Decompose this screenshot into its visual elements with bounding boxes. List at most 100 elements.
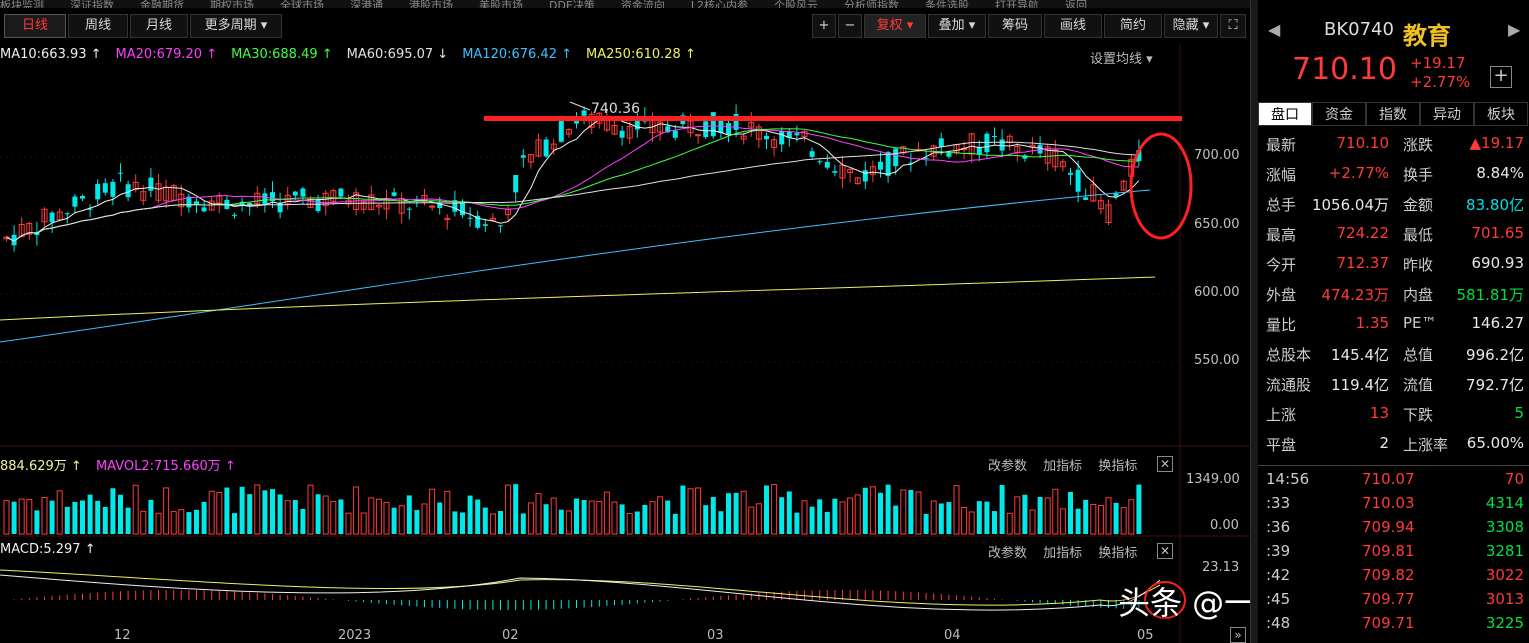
price-axis-700: 700.00 — [1194, 148, 1240, 163]
quote-value: 712.37 — [1336, 254, 1390, 272]
next-stock-icon[interactable]: ▶ — [1508, 20, 1520, 39]
quote-value: 724.22 — [1336, 224, 1390, 242]
volume-bar — [710, 497, 716, 534]
set-ma-button[interactable]: 设置均线 ▾ — [1090, 48, 1153, 67]
tick-price: 709.77 — [1362, 590, 1415, 608]
volume-bar — [649, 501, 656, 535]
volume-bar — [1006, 512, 1013, 535]
simple-mode-button[interactable]: 简约 — [1104, 14, 1162, 38]
tick-price: 709.81 — [1362, 542, 1415, 560]
quote-key: 上涨 — [1266, 406, 1297, 424]
volume-bar — [95, 500, 101, 534]
tick-price: 709.94 — [1362, 518, 1415, 536]
panel-divider[interactable] — [1250, 0, 1258, 643]
tick-row: :36 709.94 3308 — [1266, 518, 1524, 542]
volume-bar — [703, 505, 709, 534]
candle-body — [938, 138, 944, 147]
volume-bar — [18, 498, 25, 535]
ma-legend-item: MA120:676.42 ↑ — [462, 47, 573, 62]
period-daily-button[interactable]: 日线 — [4, 14, 66, 38]
volume-switch-indicator[interactable]: 换指标 — [1098, 459, 1137, 474]
more-periods-dropdown[interactable]: 更多周期 ▾ — [190, 14, 282, 38]
candle-body — [718, 120, 724, 134]
candle-body — [300, 188, 306, 197]
adjust-price-dropdown[interactable]: 复权 ▾ — [864, 14, 926, 38]
tick-time: :48 — [1266, 614, 1291, 632]
hide-dropdown[interactable]: 隐藏 ▾ — [1164, 14, 1218, 38]
volume-bar — [284, 500, 291, 535]
ma250-line — [0, 276, 1156, 321]
volume-bar — [368, 497, 375, 535]
candle-body — [695, 134, 702, 137]
volume-bar — [893, 505, 899, 534]
price-axis-650: 650.00 — [1194, 217, 1240, 232]
volume-bar — [839, 501, 846, 535]
tick-volume: 3022 — [1485, 566, 1524, 584]
volume-bar — [1090, 503, 1097, 535]
volume-bar — [254, 484, 261, 535]
tick-row: :42 709.82 3022 — [1266, 566, 1524, 590]
macd-edit-params[interactable]: 改参数 — [988, 546, 1027, 561]
quote-value: 65.00% — [1466, 434, 1524, 452]
candle-body — [292, 191, 298, 196]
quote-value: 690.93 — [1471, 254, 1525, 272]
volume-axis-min: 0.00 — [1210, 518, 1239, 533]
tab-sector[interactable]: 板块 — [1474, 102, 1528, 126]
macd-add-indicator[interactable]: 加指标 — [1043, 546, 1082, 561]
macd-close-icon[interactable]: ✕ — [1157, 543, 1173, 559]
volume-add-indicator[interactable]: 加指标 — [1043, 459, 1082, 474]
volume-bar — [64, 506, 70, 534]
xaxis-label-feb: 02 — [502, 628, 519, 643]
ma-legend-item: MA20:679.20 ↑ — [115, 47, 218, 62]
quote-key: 下跌 — [1403, 406, 1434, 424]
volume-bar — [292, 499, 298, 534]
volume-bar — [718, 511, 724, 534]
chart-toolbar: 日线 周线 月线 更多周期 ▾ + − 复权 ▾ 叠加 ▾ 筹码 画线 简约 隐… — [0, 10, 1258, 42]
peak-pointer — [569, 101, 591, 111]
candle-body — [338, 188, 344, 197]
quote-value: 1.35 — [1355, 314, 1389, 332]
volume-bar — [1128, 499, 1135, 535]
quote-value: 8.84% — [1476, 164, 1524, 182]
volume-bar — [817, 499, 823, 534]
volume-edit-params[interactable]: 改参数 — [988, 459, 1027, 474]
tab-orderbook[interactable]: 盘口 — [1258, 102, 1312, 126]
scroll-right-icon[interactable]: » — [1230, 627, 1246, 643]
candle-body — [946, 152, 952, 157]
quote-value: 119.4亿 — [1331, 376, 1389, 394]
volume-close-icon[interactable]: ✕ — [1157, 456, 1173, 472]
price-change-block: +19.17 +2.77% — [1410, 54, 1470, 92]
macd-switch-indicator[interactable]: 换指标 — [1098, 546, 1137, 561]
volume-bar — [1044, 497, 1051, 535]
volume-bar — [270, 489, 275, 534]
tab-index[interactable]: 指数 — [1366, 102, 1420, 126]
tab-movement[interactable]: 异动 — [1420, 102, 1474, 126]
candle-body — [619, 130, 625, 138]
volume-bar — [588, 500, 595, 535]
candle-body — [779, 130, 785, 145]
prev-stock-icon[interactable]: ◀ — [1268, 20, 1280, 39]
volume-bar — [543, 504, 549, 534]
volume-bar — [824, 511, 830, 534]
zoom-out-button[interactable]: − — [838, 14, 862, 38]
volume-bar — [520, 513, 526, 534]
overlay-dropdown[interactable]: 叠加 ▾ — [928, 14, 986, 38]
add-watchlist-icon[interactable]: + — [1490, 66, 1512, 88]
tab-capital[interactable]: 资金 — [1312, 102, 1366, 126]
volume-bar — [900, 489, 907, 535]
quote-key: 涨跌 — [1403, 136, 1434, 154]
draw-line-button[interactable]: 画线 — [1044, 14, 1102, 38]
volume-bar — [110, 488, 116, 534]
fullscreen-icon[interactable]: ⛶ — [1220, 14, 1246, 38]
period-monthly-button[interactable]: 月线 — [130, 14, 188, 38]
quote-row: 流通股 119.4亿 流值 792.7亿 — [1266, 374, 1524, 404]
volume-bar — [482, 507, 488, 534]
chips-button[interactable]: 筹码 — [988, 14, 1042, 38]
volume-bar — [908, 489, 914, 534]
volume-bar — [56, 490, 63, 535]
quote-value: 13 — [1369, 404, 1389, 422]
zoom-in-button[interactable]: + — [812, 14, 836, 38]
volume-bar — [672, 513, 678, 534]
candle-body — [878, 161, 883, 170]
period-weekly-button[interactable]: 周线 — [68, 14, 128, 38]
